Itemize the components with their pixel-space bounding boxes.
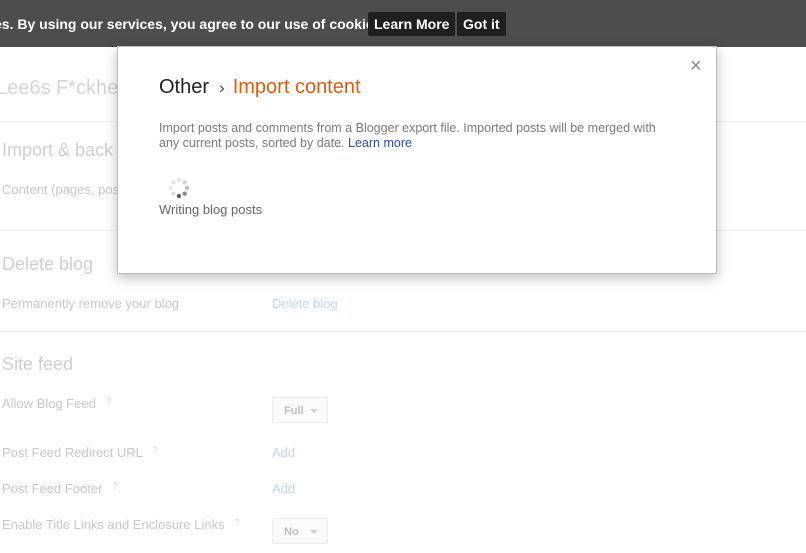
close-icon[interactable]: × [690,56,702,76]
cookie-notice-bar: es. By using our services, you agree to … [0,0,806,47]
dialog-breadcrumb: Other › Import content [159,76,361,99]
learn-more-button[interactable]: Learn More [368,12,456,36]
post-feed-footer-text: Post Feed Footer [2,481,103,496]
title-links-value: No [284,526,299,538]
chevron-down-icon [310,530,318,534]
delete-blog-link[interactable]: Delete blog [272,296,338,311]
help-icon[interactable]: ? [112,481,117,491]
post-feed-footer-label: Post Feed Footer? [2,481,117,496]
title-links-select[interactable]: No [272,518,328,544]
allow-blog-feed-text: Allow Blog Feed [2,396,96,411]
dialog-description: Import posts and comments from a Blogger… [159,121,669,151]
post-feed-redirect-label: Post Feed Redirect URL? [2,445,158,460]
blog-title: Lee6s F*ckhe [0,77,119,99]
chevron-down-icon [310,409,318,413]
delete-blog-title: Delete blog [2,254,94,274]
breadcrumb-separator-icon: › [219,78,225,97]
site-feed-title: Site feed [2,354,74,374]
post-feed-redirect-add-link[interactable]: Add [272,445,295,460]
loading-spinner-icon [168,177,190,199]
allow-blog-feed-label: Allow Blog Feed? [2,396,111,411]
help-icon[interactable]: ? [153,445,158,455]
content-label: Content (pages, pos [2,182,120,197]
divider [0,331,806,332]
allow-blog-feed-value: Full [284,405,304,417]
cookie-notice-text: es. By using our services, you agree to … [0,16,386,32]
import-status-text: Writing blog posts [159,202,263,217]
post-feed-redirect-text: Post Feed Redirect URL [2,445,143,460]
got-it-button[interactable]: Got it [457,12,506,36]
post-feed-footer-add-link[interactable]: Add [272,481,295,496]
help-icon[interactable]: ? [106,396,111,406]
help-icon[interactable]: ? [235,517,240,527]
breadcrumb-import-content: Import content [232,76,361,98]
title-links-label: Enable Title Links and Enclosure Links? [2,517,240,532]
breadcrumb-other[interactable]: Other [159,76,209,98]
allow-blog-feed-select[interactable]: Full [272,397,328,423]
delete-blog-label: Permanently remove your blog [2,296,180,311]
learn-more-link[interactable]: Learn more [348,136,412,150]
title-links-text: Enable Title Links and Enclosure Links [2,517,225,532]
import-content-dialog: × Other › Import content Import posts and … [117,46,717,274]
import-backup-title: Import & back [2,140,114,160]
